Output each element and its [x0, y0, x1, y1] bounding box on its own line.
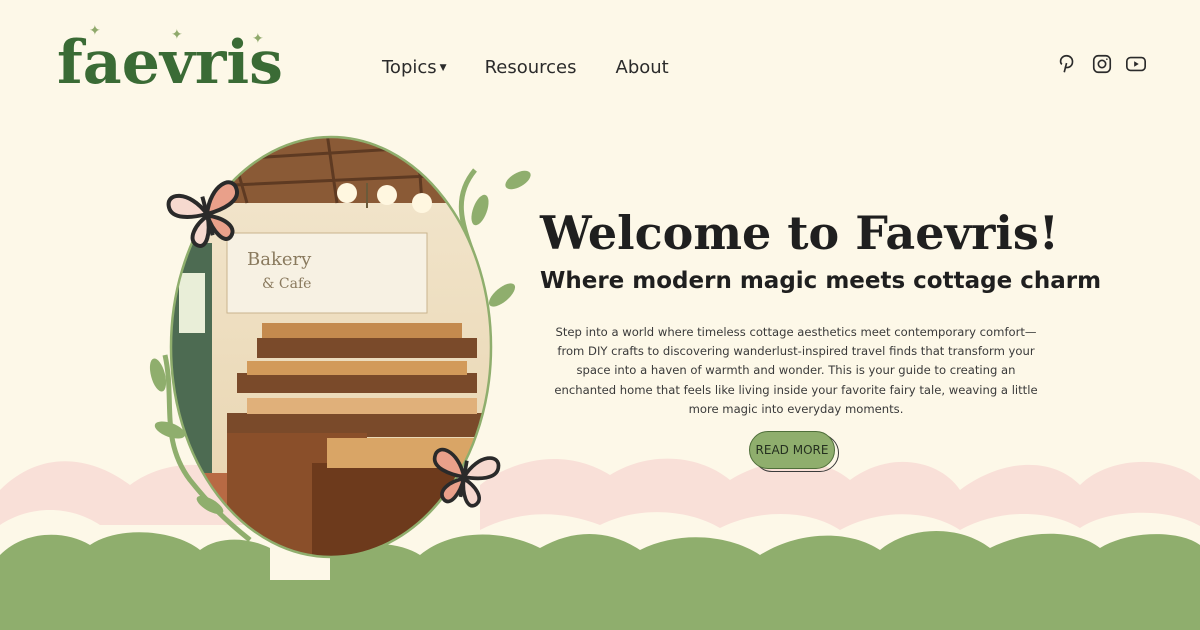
hero-subtitle: Where modern magic meets cottage charm — [540, 268, 1102, 294]
nav-item-label: About — [615, 56, 669, 78]
sparkle-icon: ✦ — [89, 23, 101, 39]
nav-item-topics[interactable]: Topics ▼ — [382, 57, 447, 78]
butterfly-icon — [166, 180, 239, 248]
nav-item-about[interactable]: About — [616, 57, 669, 78]
hero-description: Step into a world where timeless cottage… — [554, 325, 1038, 416]
hero-title: Welcome to Faevris! — [540, 206, 1059, 260]
sign-text-cafe: & Cafe — [262, 276, 311, 292]
site-logo[interactable]: faevris ✦ ✦ ✦ — [55, 23, 283, 104]
youtube-icon[interactable] — [1124, 52, 1148, 76]
sparkle-icon: ✦ — [252, 31, 264, 47]
nav-item-resources[interactable]: Resources — [485, 57, 577, 78]
sign-text-bakery: Bakery — [247, 249, 312, 270]
nav-item-label: Topics — [382, 56, 437, 78]
caret-down-icon: ▼ — [439, 62, 447, 73]
main-nav: Topics ▼ Resources About — [382, 54, 669, 80]
pinterest-icon[interactable] — [1055, 52, 1079, 76]
butterfly-icon — [432, 447, 501, 508]
sparkle-icon: ✦ — [171, 27, 183, 43]
read-more-button[interactable]: READ MORE — [749, 431, 835, 469]
instagram-icon[interactable] — [1090, 52, 1114, 76]
nav-item-label: Resources — [484, 56, 577, 78]
